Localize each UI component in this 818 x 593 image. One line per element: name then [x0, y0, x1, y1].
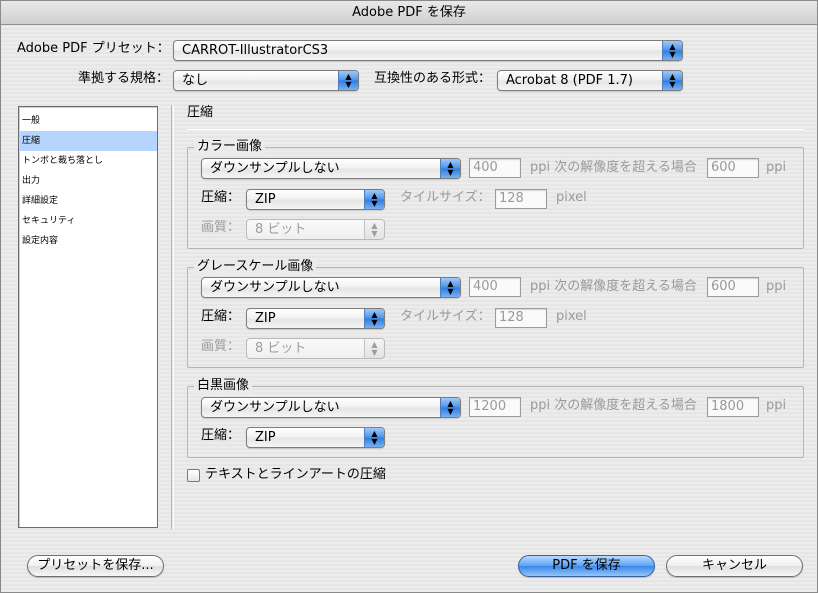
gray-compression-value: ZIP	[255, 311, 276, 326]
standard-popup[interactable]: なし ▲ ▼	[173, 70, 359, 91]
standard-label: 準拠する規格：	[77, 71, 169, 86]
popup-arrows-icon: ▲ ▼	[440, 398, 460, 417]
mono-compression-label: 圧縮：	[201, 428, 241, 443]
compat-value: Acrobat 8 (PDF 1.7)	[506, 73, 633, 88]
panel-title: 圧縮	[187, 105, 214, 120]
standard-value: なし	[182, 73, 209, 88]
color-compression-popup[interactable]: ZIP ▲ ▼	[246, 189, 385, 210]
mono-ppi-field[interactable]: 1200	[469, 397, 521, 417]
gray-ppi-field[interactable]: 400	[469, 277, 521, 297]
popup-arrows-icon: ▲ ▼	[364, 190, 384, 209]
sidebar-item-general[interactable]: 一般	[19, 111, 157, 131]
sidebar-item-security[interactable]: セキュリティ	[19, 211, 157, 231]
sidebar-item-compression[interactable]: 圧縮	[19, 131, 157, 151]
color-ppi-above-label: ppi 次の解像度を超える場合	[530, 160, 697, 175]
mono-above-ppi-field[interactable]: 1800	[707, 397, 759, 417]
preset-popup[interactable]: CARROT-IllustratorCS3 ▲ ▼	[173, 40, 683, 61]
sidebar-item-summary[interactable]: 設定内容	[19, 231, 157, 251]
panel-title-rule	[187, 129, 804, 130]
gray-compression-popup[interactable]: ZIP ▲ ▼	[246, 308, 385, 329]
sidebar-item-marks-bleeds[interactable]: トンボと裁ち落とし	[19, 151, 157, 171]
gray-compression-label: 圧縮：	[201, 309, 241, 324]
color-ppi-field[interactable]: 400	[469, 158, 521, 178]
gray-image-title: グレースケール画像	[194, 259, 317, 275]
gray-tile-field[interactable]: 128	[495, 308, 547, 328]
gray-sampling-popup[interactable]: ダウンサンプルしない ▲ ▼	[201, 277, 461, 298]
gray-sampling-value: ダウンサンプルしない	[210, 280, 340, 295]
color-quality-label: 画質：	[201, 220, 241, 235]
color-tile-field[interactable]: 128	[495, 189, 547, 209]
popup-arrows-icon: ▲ ▼	[662, 41, 682, 60]
color-sampling-popup[interactable]: ダウンサンプルしない ▲ ▼	[201, 158, 461, 179]
color-tile-label: タイルサイズ：	[400, 190, 491, 205]
save-pdf-dialog: Adobe PDF を保存 Adobe PDF プリセット： CARROT-Il…	[0, 0, 818, 593]
gray-tile-unit: pixel	[556, 309, 587, 324]
color-above-ppi-field[interactable]: 600	[707, 158, 759, 178]
gray-tile-label: タイルサイズ：	[400, 309, 491, 324]
popup-arrows-icon: ▲ ▼	[440, 278, 460, 297]
popup-arrows-icon: ▲ ▼	[364, 339, 384, 358]
gray-quality-value: 8 ビット	[255, 341, 307, 356]
popup-arrows-icon: ▲ ▼	[440, 159, 460, 178]
save-preset-button[interactable]: プリセットを保存...	[27, 555, 164, 577]
mono-compression-popup[interactable]: ZIP ▲ ▼	[246, 427, 385, 448]
compat-label: 互換性のある形式：	[374, 71, 492, 86]
sidebar-item-advanced[interactable]: 詳細設定	[19, 191, 157, 211]
color-quality-value: 8 ビット	[255, 222, 307, 237]
category-list: 一般 圧縮 トンボと裁ち落とし 出力 詳細設定 セキュリティ 設定内容	[18, 106, 158, 528]
cancel-button[interactable]: キャンセル	[666, 555, 803, 577]
gray-quality-label: 画質：	[201, 339, 241, 354]
mono-compression-value: ZIP	[255, 430, 276, 445]
color-compression-value: ZIP	[255, 192, 276, 207]
color-compression-label: 圧縮：	[201, 190, 241, 205]
save-pdf-button[interactable]: PDF を保存	[518, 555, 655, 577]
sidebar-divider	[171, 105, 174, 529]
compress-text-checkbox[interactable]	[187, 469, 200, 482]
color-quality-popup[interactable]: 8 ビット ▲ ▼	[246, 219, 385, 240]
gray-quality-popup[interactable]: 8 ビット ▲ ▼	[246, 338, 385, 359]
sidebar-item-output[interactable]: 出力	[19, 171, 157, 191]
popup-arrows-icon: ▲ ▼	[364, 428, 384, 447]
popup-arrows-icon: ▲ ▼	[364, 220, 384, 239]
mono-image-title: 白黒画像	[194, 378, 253, 394]
compress-text-label: テキストとラインアートの圧縮	[205, 467, 386, 482]
mono-ppi-above-label: ppi 次の解像度を超える場合	[530, 398, 697, 413]
gray-ppi-above-label: ppi 次の解像度を超える場合	[530, 279, 697, 294]
popup-arrows-icon: ▲ ▼	[338, 71, 358, 90]
window-title: Adobe PDF を保存	[1, 1, 817, 25]
popup-arrows-icon: ▲ ▼	[662, 71, 682, 90]
color-image-title: カラー画像	[194, 139, 266, 155]
gray-above-ppi-field[interactable]: 600	[707, 277, 759, 297]
preset-label: Adobe PDF プリセット：	[17, 41, 170, 56]
color-sampling-value: ダウンサンプルしない	[210, 161, 340, 176]
color-ppi-unit: ppi	[766, 160, 787, 175]
color-tile-unit: pixel	[556, 190, 587, 205]
compat-popup[interactable]: Acrobat 8 (PDF 1.7) ▲ ▼	[497, 70, 683, 91]
gray-ppi-unit: ppi	[766, 279, 787, 294]
mono-ppi-unit: ppi	[766, 398, 787, 413]
mono-sampling-popup[interactable]: ダウンサンプルしない ▲ ▼	[201, 397, 461, 418]
preset-value: CARROT-IllustratorCS3	[182, 43, 329, 58]
popup-arrows-icon: ▲ ▼	[364, 309, 384, 328]
mono-sampling-value: ダウンサンプルしない	[210, 400, 340, 415]
